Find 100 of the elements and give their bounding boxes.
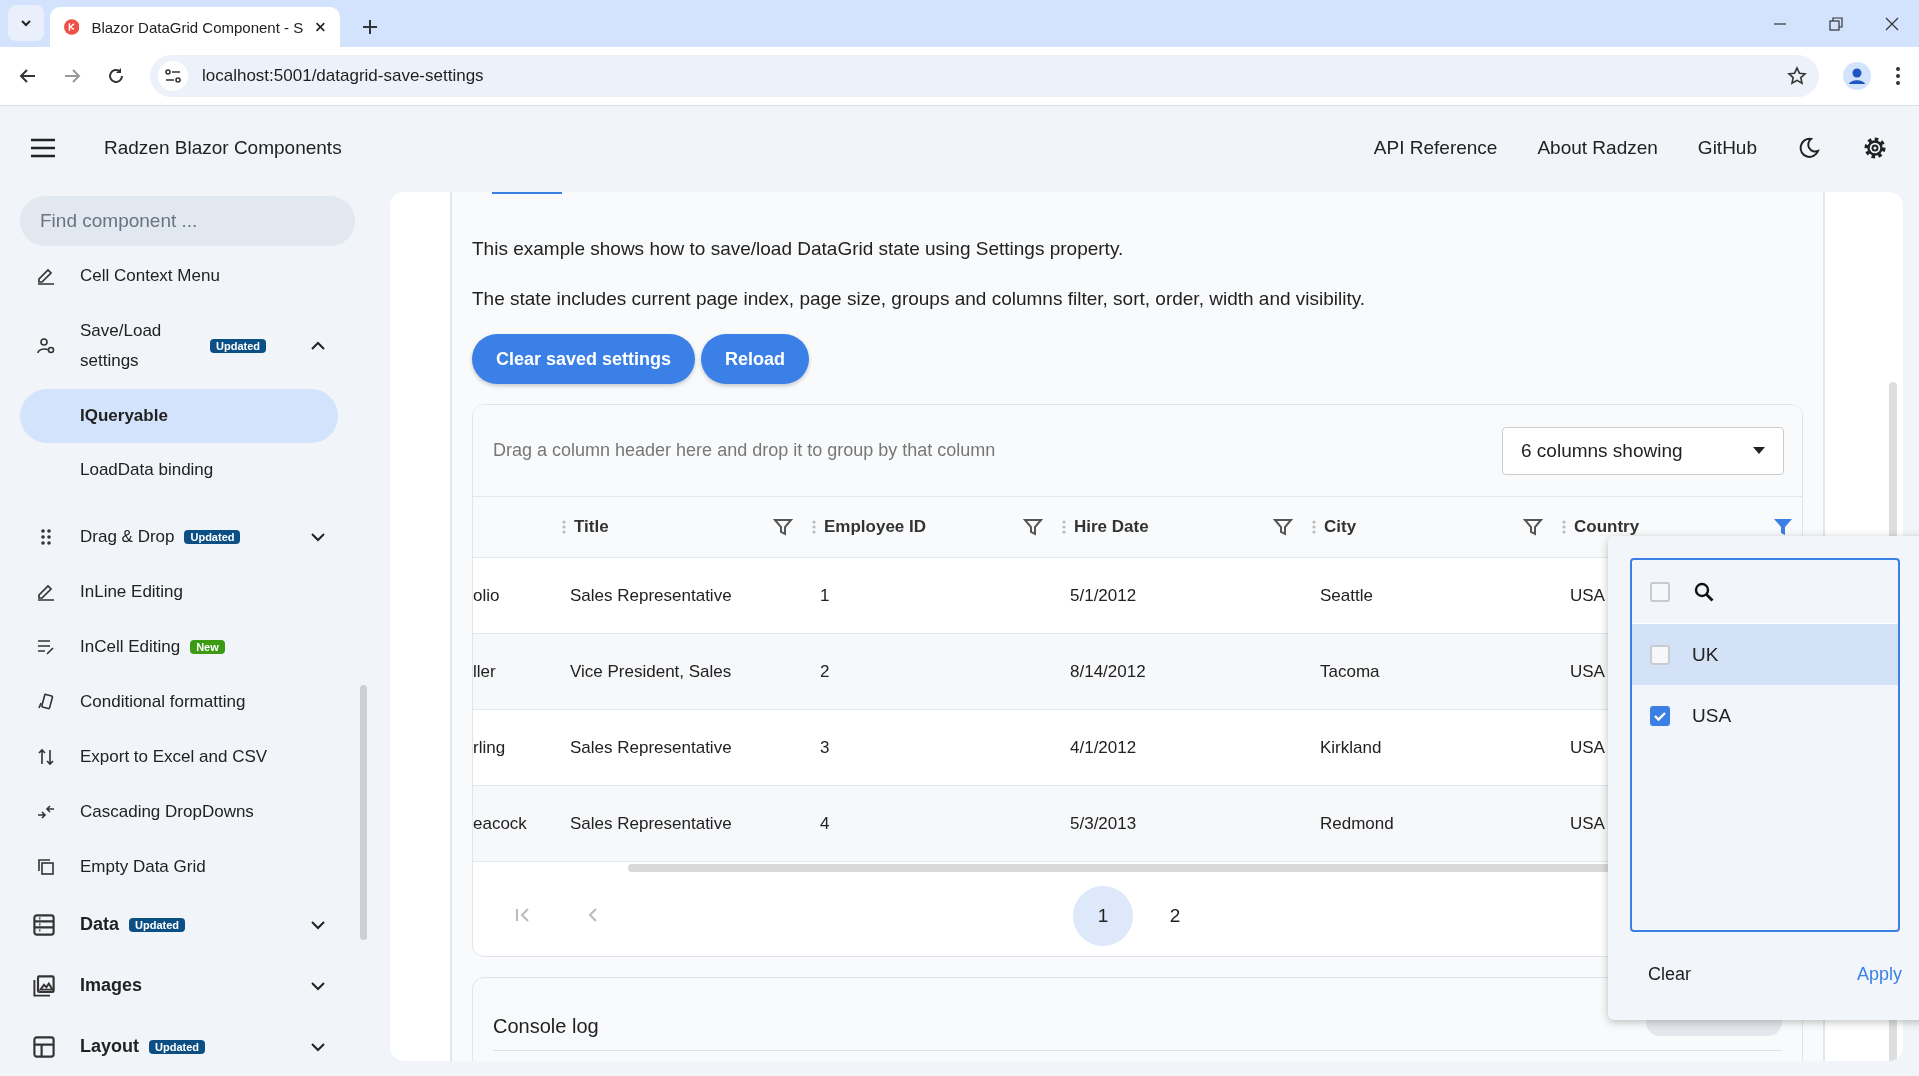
table-cell-text: Tacoma	[1319, 661, 1381, 682]
columns-dropdown[interactable]: 6 columns showing	[1502, 426, 1784, 475]
drag-grip-icon[interactable]	[812, 520, 816, 534]
sidebar-item[interactable]: Images	[20, 955, 338, 1016]
page-button[interactable]: 2	[1145, 886, 1205, 946]
bookmark-star-icon[interactable]	[1787, 66, 1807, 86]
dark-mode-moon-icon[interactable]	[1797, 136, 1821, 160]
scrollbar-thumb[interactable]	[360, 685, 367, 940]
table-cell-text: eacock	[473, 813, 528, 834]
close-icon[interactable]	[1885, 17, 1899, 31]
description-text: This example shows how to save/load DataGrid state using Settings property.	[472, 238, 1125, 260]
checkbox[interactable]	[1650, 705, 1670, 726]
table-cell-text: olio	[473, 585, 501, 606]
filter-icon[interactable]	[1023, 517, 1043, 537]
sidebar-item[interactable]: Cell Context Menu	[20, 248, 338, 303]
group-drop-hint: Drag a column header here and drop it to group by that column	[493, 440, 996, 461]
sidebar-subitem[interactable]: LoadData binding	[20, 443, 338, 497]
item-icon	[36, 691, 56, 712]
sidebar-item[interactable]: Empty Data Grid	[20, 839, 338, 894]
table-cell-text: Sales Representative	[569, 813, 733, 834]
sidebar-item[interactable]: Export to Excel and CSV	[20, 729, 338, 784]
table-cell: USA	[1570, 661, 1605, 682]
nav-link[interactable]: About Radzen	[1537, 137, 1658, 159]
drag-grip-icon[interactable]	[1312, 520, 1316, 534]
filter-option[interactable]: UK	[1632, 624, 1898, 685]
sidebar-item[interactable]: InLine Editing	[20, 564, 338, 619]
column-header[interactable]: City	[1324, 517, 1357, 537]
item-icon	[36, 746, 56, 767]
favicon-icon	[64, 17, 80, 37]
table-cell-text: 4	[819, 813, 831, 834]
table-cell-text: Vice President, Sales	[569, 661, 733, 682]
table-cell-text: 5/3/2013	[1069, 813, 1138, 834]
status-badge: Updated	[129, 917, 185, 932]
action-button[interactable]: Reload	[701, 334, 810, 384]
table-cell: USA	[1570, 813, 1605, 834]
column-header[interactable]: Country	[1574, 517, 1640, 537]
item-icon	[36, 336, 56, 356]
tab-title: Blazor DataGrid Component - S	[91, 18, 304, 36]
table-cell-text: 3	[819, 737, 831, 758]
menu-icon[interactable]	[30, 138, 56, 158]
column-header[interactable]: Title	[574, 517, 609, 537]
clear-button[interactable]: Clear	[1642, 960, 1697, 989]
sidebar-item[interactable]: Data Updated	[20, 894, 338, 955]
filter-icon[interactable]	[1523, 517, 1543, 537]
status-badge: New	[190, 639, 225, 654]
address-bar[interactable]: localhost:5001/datagrid-save-settings	[150, 55, 1819, 97]
table-cell-text: 4/1/2012	[1069, 737, 1138, 758]
table-cell: USA	[1570, 737, 1605, 758]
table-cell-text: 2	[819, 661, 831, 682]
sidebar-item[interactable]: Conditional formatting	[20, 674, 338, 729]
table-cell-text: Sales Representative	[569, 585, 733, 606]
item-icon	[32, 973, 56, 998]
status-badge: Updated	[149, 1039, 205, 1054]
drag-grip-icon[interactable]	[1562, 520, 1566, 534]
table-cell-text: Sales Representative	[569, 737, 733, 758]
action-button[interactable]: Clear saved settings	[472, 334, 696, 384]
item-icon	[36, 856, 56, 877]
filter-icon[interactable]	[1273, 517, 1293, 537]
sidebar-item[interactable]: Drag & Drop Updated	[20, 509, 338, 564]
new-tab-icon[interactable]	[362, 19, 378, 35]
table-cell-text: 1	[819, 585, 831, 606]
table-cell-text: 8/14/2012	[1069, 661, 1147, 682]
status-badge: Updated	[210, 339, 266, 353]
reload-icon[interactable]	[106, 66, 126, 86]
nav-link[interactable]: GitHub	[1697, 137, 1757, 159]
item-icon	[32, 1034, 56, 1059]
site-settings-icon[interactable]	[158, 61, 188, 91]
filter-option[interactable]: USA	[1632, 685, 1898, 746]
sidebar-subitem[interactable]: IQueryable	[20, 389, 338, 443]
checkbox[interactable]	[1650, 644, 1670, 665]
apply-button[interactable]: Apply	[1850, 960, 1908, 989]
profile-avatar-icon[interactable]	[1843, 62, 1871, 90]
more-menu-icon[interactable]	[1895, 66, 1901, 86]
drag-grip-icon[interactable]	[1062, 520, 1066, 534]
nav-link[interactable]: API Reference	[1373, 137, 1498, 159]
sidebar-item[interactable]: Layout Updated	[20, 1016, 338, 1076]
console-title: Console log	[493, 1015, 599, 1039]
checkbox[interactable]	[1650, 581, 1670, 602]
table-cell-text: Kirkland	[1319, 737, 1383, 758]
page-button[interactable]: 1	[1073, 886, 1133, 946]
sidebar-item[interactable]: Save/Load settings Updated	[20, 303, 338, 389]
browser-tab[interactable]: Blazor DataGrid Component - S	[50, 7, 340, 47]
drag-grip-icon[interactable]	[562, 520, 566, 534]
table-cell-text: ller	[473, 661, 497, 682]
table-cell-text: Seattle	[1319, 585, 1374, 606]
sidebar-item[interactable]: Cascading DropDowns	[20, 784, 338, 839]
table-cell: USA	[1570, 585, 1605, 606]
column-header[interactable]: Employee ID	[824, 517, 927, 537]
table-cell-text: rling	[473, 737, 507, 758]
app-title: Radzen Blazor Components	[104, 137, 342, 159]
filter-icon[interactable]	[773, 517, 793, 537]
search-field[interactable]: Find component ...	[20, 196, 355, 246]
restore-icon[interactable]	[1829, 17, 1843, 31]
item-icon	[32, 912, 56, 937]
column-header[interactable]: Hire Date	[1074, 517, 1149, 537]
table-cell-text: 5/1/2012	[1069, 585, 1138, 606]
close-icon[interactable]	[315, 20, 326, 34]
sidebar-item[interactable]: InCell Editing New	[20, 619, 338, 674]
description-text: The state includes current page index, page size, groups and columns filter, sort, order, width and visibility.	[472, 288, 1367, 310]
dropdown-caret-icon	[1753, 446, 1765, 455]
